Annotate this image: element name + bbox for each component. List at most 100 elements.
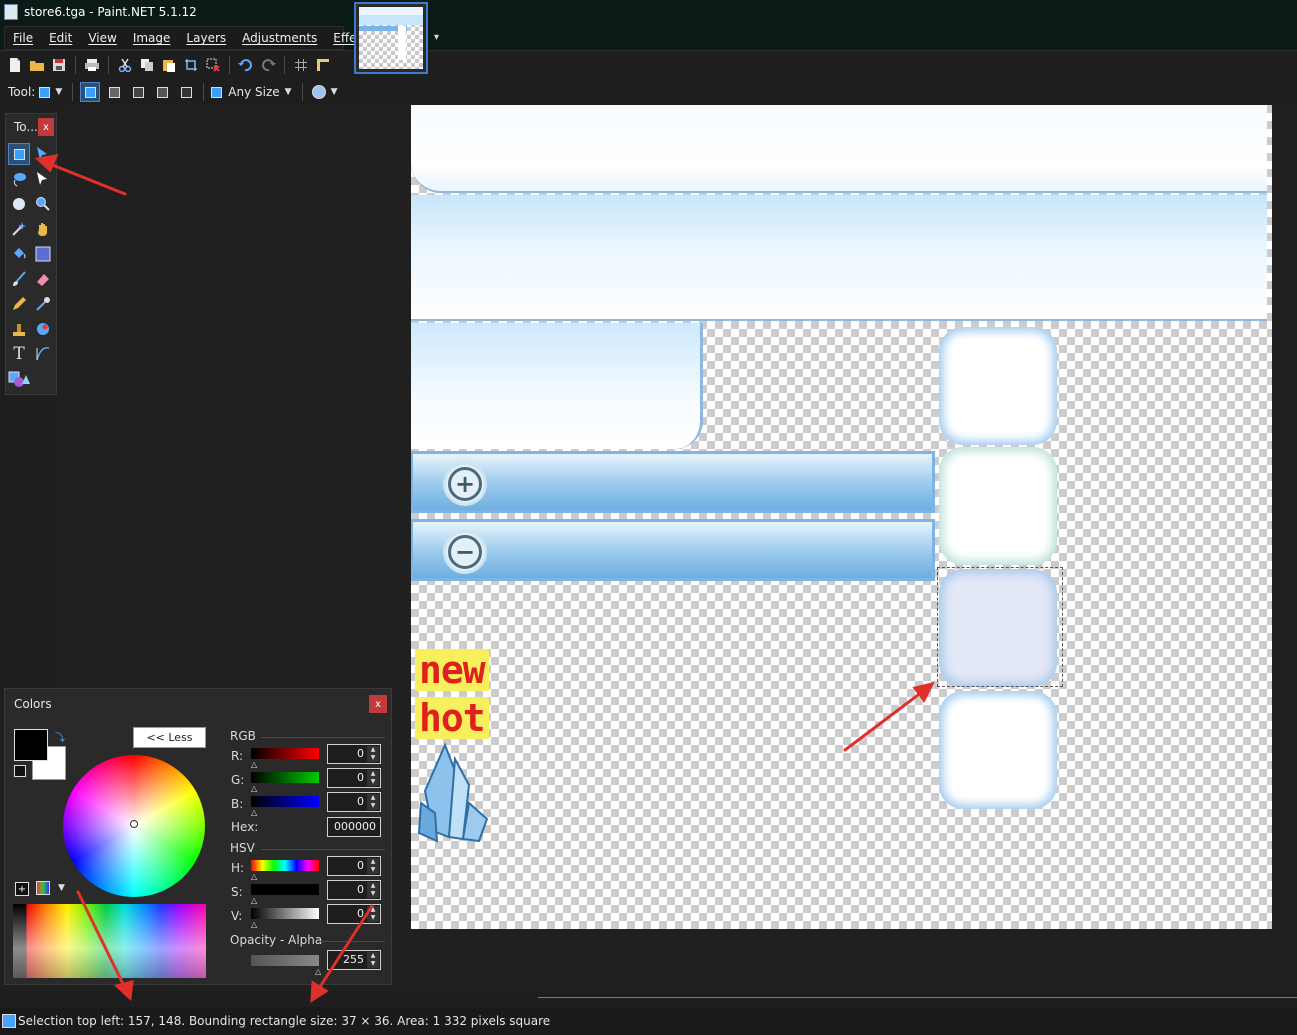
green-spinner[interactable]: ▲ ▼ xyxy=(367,770,379,786)
pan-icon[interactable] xyxy=(32,218,54,240)
alpha-input[interactable]: 255 ▲ ▼ xyxy=(327,950,381,970)
new-icon[interactable] xyxy=(7,57,23,73)
primary-color-swatch[interactable] xyxy=(14,729,48,761)
tool-dropdown-icon[interactable]: ▼ xyxy=(55,87,62,97)
red-value: 0 xyxy=(357,747,364,760)
size-mode-dropdown-icon[interactable]: ▼ xyxy=(285,87,292,97)
close-button[interactable]: x xyxy=(369,695,387,713)
current-tool-icon[interactable] xyxy=(39,86,51,98)
palette-dropdown-icon[interactable]: ▼ xyxy=(58,883,65,893)
paintbrush-icon[interactable] xyxy=(8,268,30,290)
saturation-value: 0 xyxy=(357,883,364,896)
paste-icon[interactable] xyxy=(161,57,177,73)
line-curve-icon[interactable] xyxy=(32,343,54,365)
colors-panel-title: Colors xyxy=(14,697,52,711)
copy-icon[interactable] xyxy=(139,57,155,73)
opacity-section-label: Opacity - Alpha xyxy=(230,933,323,947)
value-spinner[interactable]: ▲ ▼ xyxy=(367,906,379,922)
palette-icon[interactable] xyxy=(36,881,50,895)
size-mode-select[interactable]: Any Size xyxy=(228,85,279,99)
selection-mode-intersect[interactable] xyxy=(152,82,172,102)
save-icon[interactable] xyxy=(51,57,67,73)
blue-slider-thumb[interactable]: △ xyxy=(251,808,257,817)
ruler-icon[interactable] xyxy=(315,57,331,73)
hue-slider[interactable]: △ xyxy=(251,860,319,881)
green-slider-thumb[interactable]: △ xyxy=(251,784,257,793)
hex-input[interactable]: 000000 xyxy=(327,817,381,837)
close-button[interactable]: x xyxy=(37,118,54,136)
cut-icon[interactable] xyxy=(117,57,133,73)
pencil-icon[interactable] xyxy=(8,293,30,315)
alpha-value: 255 xyxy=(343,953,364,966)
color-wheel-cursor[interactable] xyxy=(130,820,138,828)
add-color-icon[interactable]: + xyxy=(15,882,29,896)
move-selection-icon[interactable] xyxy=(32,143,54,165)
saturation-slider[interactable]: △ xyxy=(251,884,319,905)
value-slider[interactable]: △ xyxy=(251,908,319,929)
alpha-spinner[interactable]: ▲ ▼ xyxy=(367,952,379,968)
text-icon[interactable]: T xyxy=(8,343,30,365)
selection-marquee[interactable] xyxy=(937,567,1063,687)
print-icon[interactable] xyxy=(84,57,100,73)
red-slider[interactable]: △ xyxy=(251,748,319,769)
blue-input[interactable]: 0 ▲ ▼ xyxy=(327,792,381,812)
less-button[interactable]: << Less xyxy=(133,727,206,748)
rectangle-select-icon[interactable] xyxy=(8,143,30,165)
image-canvas[interactable]: + − new hot xyxy=(411,105,1272,929)
open-icon[interactable] xyxy=(29,57,45,73)
crop-icon[interactable] xyxy=(183,57,199,73)
selection-mode-replace[interactable] xyxy=(80,82,101,102)
hue-spinner[interactable]: ▲ ▼ xyxy=(367,858,379,874)
recolor-icon[interactable] xyxy=(32,318,54,340)
image-list-dropdown-icon[interactable]: ▾ xyxy=(434,32,439,43)
selection-mode-union[interactable] xyxy=(104,82,124,102)
menu-edit[interactable]: Edit xyxy=(41,31,80,45)
alpha-slider-thumb[interactable]: △ xyxy=(315,967,321,976)
blue-slider[interactable]: △ xyxy=(251,796,319,817)
paint-bucket-icon[interactable] xyxy=(8,243,30,265)
undo-icon[interactable] xyxy=(238,57,254,73)
tools-panel-title: To... xyxy=(14,120,38,134)
redo-icon[interactable] xyxy=(260,57,276,73)
menu-image[interactable]: Image xyxy=(125,31,179,45)
antialiasing-dropdown-icon[interactable]: ▼ xyxy=(331,87,338,97)
color-picker-icon[interactable] xyxy=(32,293,54,315)
deselect-icon[interactable] xyxy=(205,57,221,73)
green-slider[interactable]: △ xyxy=(251,772,319,793)
eraser-icon[interactable] xyxy=(32,268,54,290)
hue-input[interactable]: 0 ▲ ▼ xyxy=(327,856,381,876)
reset-colors-icon[interactable] xyxy=(14,765,26,777)
green-input[interactable]: 0 ▲ ▼ xyxy=(327,768,381,788)
hue-slider-thumb[interactable]: △ xyxy=(251,872,257,881)
swap-colors-icon[interactable]: ⤵ xyxy=(55,729,65,744)
ellipse-select-icon[interactable] xyxy=(8,193,30,215)
menu-adjustments[interactable]: Adjustments xyxy=(234,31,325,45)
zoom-icon[interactable] xyxy=(32,193,54,215)
value-input[interactable]: 0 ▲ ▼ xyxy=(327,904,381,924)
clone-stamp-icon[interactable] xyxy=(8,318,30,340)
menu-file[interactable]: File xyxy=(5,31,41,45)
grid-icon[interactable] xyxy=(293,57,309,73)
color-palette[interactable] xyxy=(13,904,206,978)
image-tab-thumbnail[interactable] xyxy=(354,2,428,74)
gradient-icon[interactable] xyxy=(32,243,54,265)
horizontal-scrollbar[interactable] xyxy=(538,997,1297,998)
menu-layers[interactable]: Layers xyxy=(178,31,234,45)
alpha-slider[interactable]: △ xyxy=(251,955,321,976)
saturation-input[interactable]: 0 ▲ ▼ xyxy=(327,880,381,900)
selection-mode-exclude[interactable] xyxy=(128,82,148,102)
move-selected-icon[interactable] xyxy=(32,168,54,190)
saturation-slider-thumb[interactable]: △ xyxy=(251,896,257,905)
red-spinner[interactable]: ▲ ▼ xyxy=(367,746,379,762)
menu-view[interactable]: View xyxy=(80,31,124,45)
selection-mode-invert[interactable] xyxy=(176,82,196,102)
magic-wand-icon[interactable] xyxy=(8,218,30,240)
saturation-spinner[interactable]: ▲ ▼ xyxy=(367,882,379,898)
red-slider-thumb[interactable]: △ xyxy=(251,760,257,769)
lasso-select-icon[interactable] xyxy=(8,168,30,190)
red-input[interactable]: 0 ▲ ▼ xyxy=(327,744,381,764)
shapes-icon[interactable] xyxy=(8,368,30,390)
antialiasing-icon[interactable] xyxy=(311,85,326,99)
blue-spinner[interactable]: ▲ ▼ xyxy=(367,794,379,810)
value-slider-thumb[interactable]: △ xyxy=(251,920,257,929)
